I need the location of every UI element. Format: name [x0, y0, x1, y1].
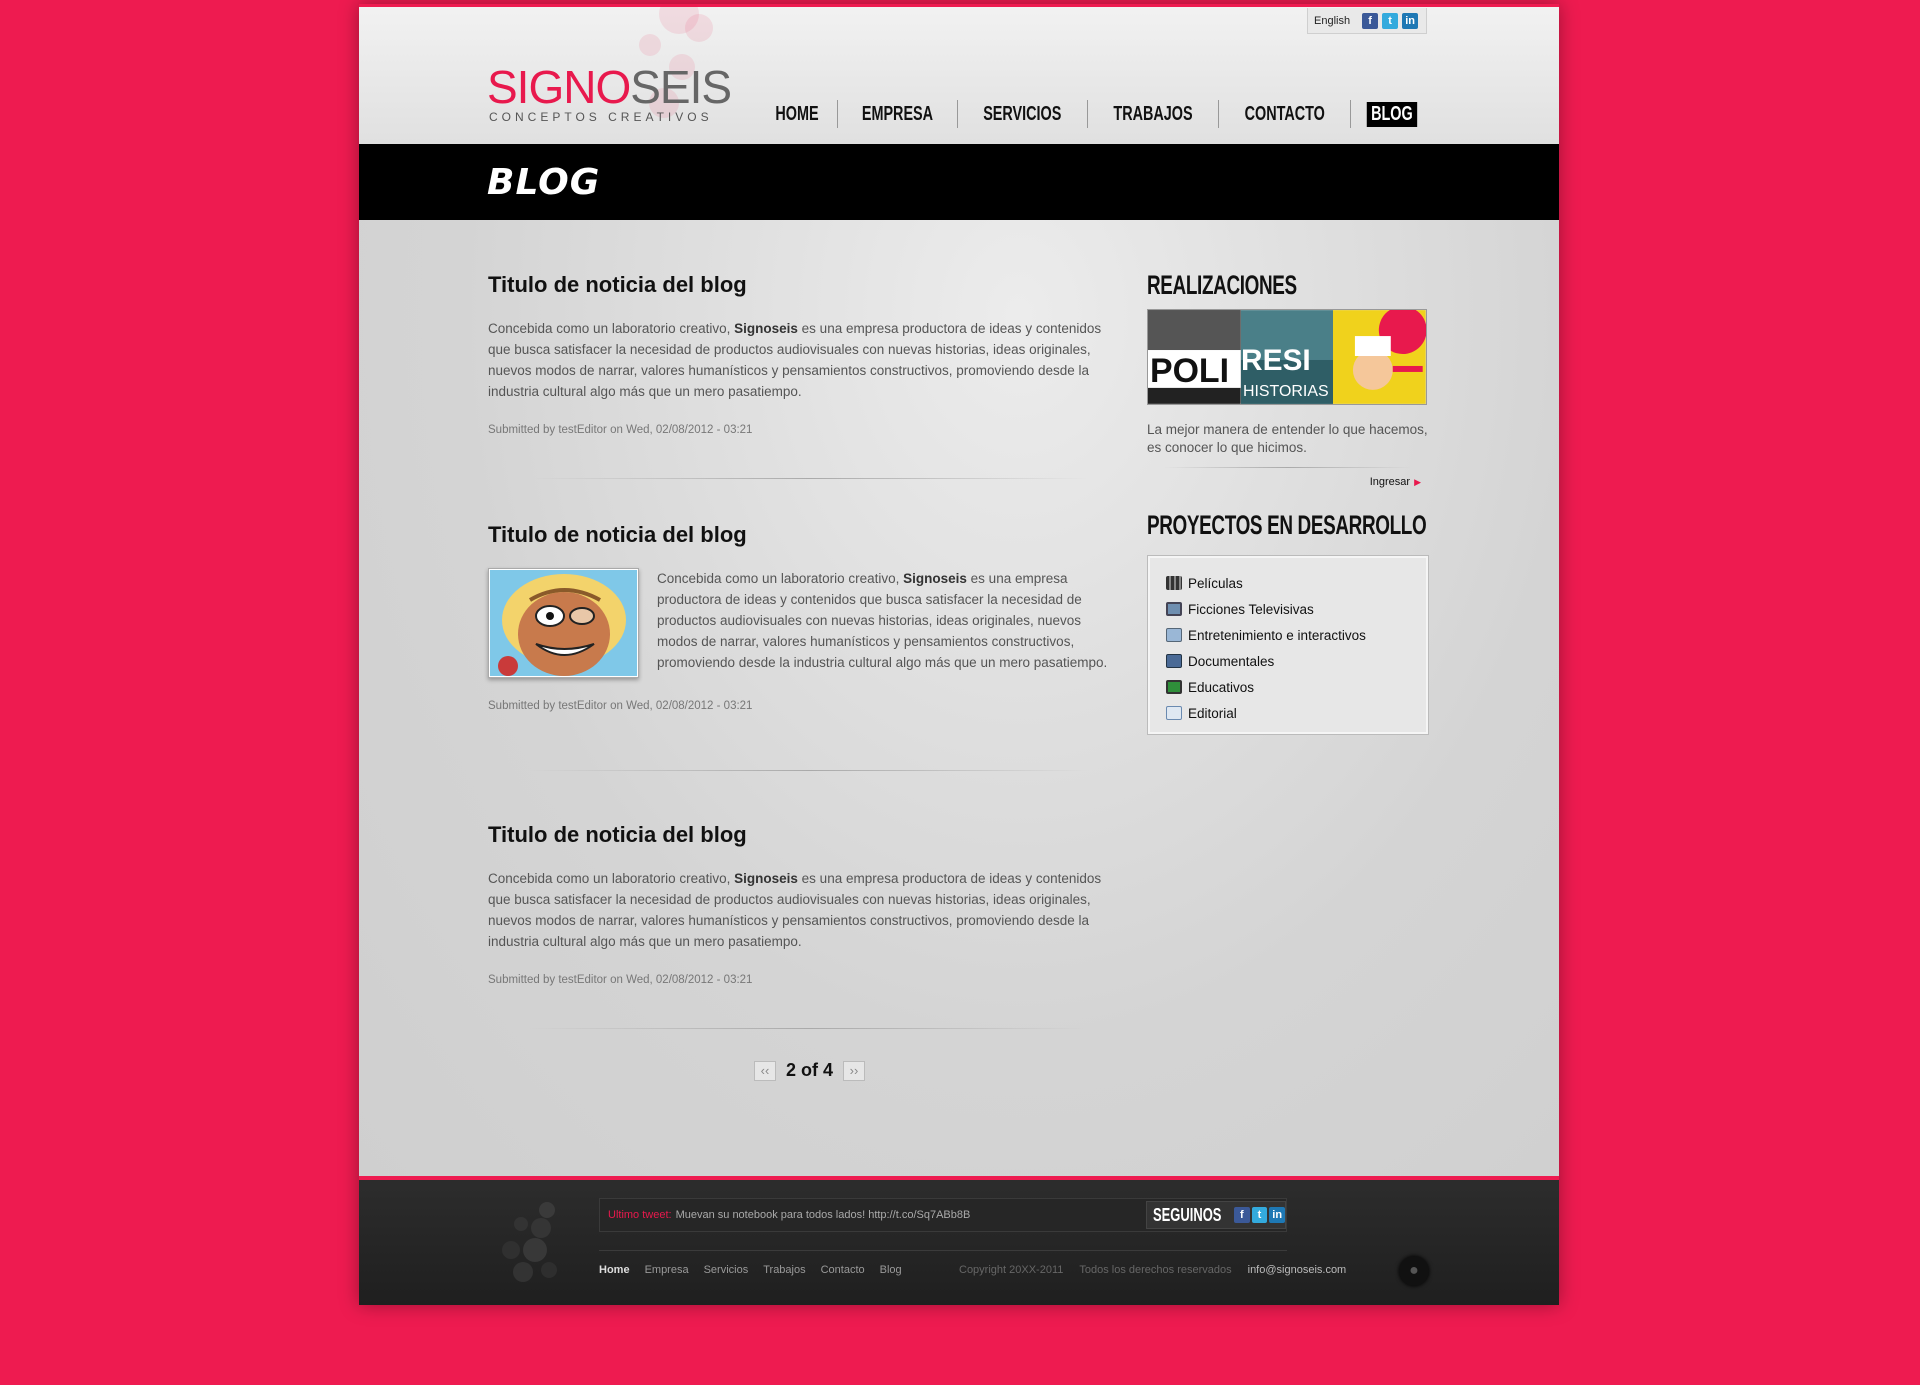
- tweet-label: Ultimo tweet:: [608, 1209, 672, 1221]
- logo-wordmark: SIGNOSEIS: [487, 61, 732, 113]
- post-title[interactable]: Titulo de noticia del blog: [488, 522, 1116, 548]
- post-body: Concebida como un laboratorio creativo, …: [657, 571, 1108, 670]
- facebook-icon[interactable]: f: [1234, 1207, 1250, 1223]
- blog-post: Titulo de noticia del blog Concebida com…: [488, 522, 1116, 712]
- blog-post: Titulo de noticia del blog Concebida com…: [488, 272, 1116, 436]
- cartoon-face-image: [490, 570, 637, 676]
- proyecto-item-ficciones[interactable]: Ficciones Televisivas: [1166, 596, 1410, 622]
- nav-item-contacto[interactable]: CONTACTO: [1219, 100, 1350, 128]
- proyecto-item-documentales[interactable]: Documentales: [1166, 648, 1410, 674]
- copyright-text: Copyright 20XX-2011: [959, 1264, 1064, 1276]
- header: English f t in SIGNOSEIS CONCEPTOS CREAT…: [359, 4, 1559, 144]
- nav-item-blog[interactable]: BLOG: [1351, 100, 1433, 128]
- footer-nav: Home Empresa Servicios Trabajos Contacto…: [599, 1264, 902, 1276]
- ingresar-link[interactable]: Ingresar ▶: [1147, 476, 1429, 488]
- post-meta: Submitted by testEditor on Wed, 02/08/20…: [488, 424, 753, 436]
- linkedin-icon[interactable]: in: [1402, 12, 1419, 29]
- nav-item-servicios[interactable]: SERVICIOS: [958, 100, 1087, 128]
- page-indicator: 2 of 4: [786, 1060, 834, 1080]
- film-icon: [1166, 576, 1182, 590]
- post-thumbnail[interactable]: [488, 568, 639, 678]
- footer-link-blog[interactable]: Blog: [880, 1264, 902, 1276]
- post-title[interactable]: Titulo de noticia del blog: [488, 272, 1116, 298]
- post-meta: Submitted by testEditor on Wed, 02/08/20…: [488, 700, 753, 712]
- page-container: English f t in SIGNOSEIS CONCEPTOS CREAT…: [359, 4, 1559, 1305]
- proyectos-title: PROYECTOS EN DESARROLLO: [1147, 510, 1427, 540]
- svg-text:RESI: RESI: [1241, 344, 1311, 377]
- page-title: BLOG: [487, 162, 601, 203]
- site-logo[interactable]: SIGNOSEIS CONCEPTOS CREATIVOS: [487, 61, 732, 124]
- next-page-button[interactable]: ››: [843, 1060, 866, 1081]
- gallery-image-2: RESI HISTORIAS: [1240, 310, 1334, 404]
- main-nav: HOME EMPRESA SERVICIOS TRABAJOS CONTACTO…: [757, 100, 1433, 128]
- proyecto-item-entretenimiento[interactable]: Entretenimiento e interactivos: [1166, 622, 1410, 648]
- proyectos-list: Películas Ficciones Televisivas Entreten…: [1147, 555, 1429, 735]
- proyecto-item-peliculas[interactable]: Películas: [1166, 570, 1410, 596]
- footer-link-contacto[interactable]: Contacto: [821, 1264, 865, 1276]
- language-link[interactable]: English: [1314, 15, 1350, 27]
- documentary-icon: [1166, 654, 1182, 668]
- footer-link-servicios[interactable]: Servicios: [704, 1264, 749, 1276]
- post-divider: [529, 478, 1089, 479]
- pagination: ‹‹ 2 of 4 ››: [754, 1060, 866, 1081]
- footer-logo-icon: [502, 1202, 557, 1282]
- top-bar: English f t in: [1307, 8, 1427, 34]
- footer-link-empresa[interactable]: Empresa: [645, 1264, 689, 1276]
- proyecto-item-educativos[interactable]: Educativos: [1166, 674, 1410, 700]
- sidebar: REALIZACIONES POLI RESI HISTORIAS La mej…: [1147, 270, 1429, 735]
- follow-label: SEGUINOS: [1153, 1204, 1222, 1225]
- contact-email-link[interactable]: info@signoseis.com: [1248, 1264, 1347, 1276]
- proyecto-item-editorial[interactable]: Editorial: [1166, 700, 1410, 726]
- prev-page-button[interactable]: ‹‹: [754, 1060, 776, 1081]
- realizaciones-title: REALIZACIONES: [1147, 270, 1297, 300]
- post-body: Concebida como un laboratorio creativo, …: [488, 871, 1102, 949]
- main-content: Titulo de noticia del blog Concebida com…: [359, 220, 1559, 1176]
- post-meta: Submitted by testEditor on Wed, 02/08/20…: [488, 974, 753, 986]
- book-icon: [1166, 706, 1182, 720]
- gallery-image-1: POLI: [1148, 310, 1241, 404]
- latest-tweet-bar: Ultimo tweet: Muevan su notebook para to…: [599, 1198, 1287, 1232]
- nav-item-home[interactable]: HOME: [757, 100, 837, 128]
- nav-item-empresa[interactable]: EMPRESA: [838, 100, 957, 128]
- footer-link-home[interactable]: Home: [599, 1264, 630, 1276]
- linkedin-icon[interactable]: in: [1269, 1207, 1285, 1223]
- facebook-icon[interactable]: f: [1362, 12, 1379, 29]
- gallery-image-3: [1333, 310, 1427, 404]
- realizaciones-text: La mejor manera de entender lo que hacem…: [1147, 422, 1428, 455]
- copyright: Copyright 20XX-2011 Todos los derechos r…: [959, 1264, 1346, 1276]
- post-divider: [529, 770, 1089, 771]
- education-icon: [1166, 680, 1182, 694]
- footer-divider: [599, 1250, 1287, 1251]
- post-divider: [529, 1028, 1089, 1029]
- nav-item-trabajos[interactable]: TRABAJOS: [1088, 100, 1218, 128]
- post-body: Concebida como un laboratorio creativo, …: [488, 321, 1102, 399]
- twitter-icon[interactable]: t: [1382, 12, 1399, 29]
- logo-tagline: CONCEPTOS CREATIVOS: [489, 110, 713, 124]
- footer-link-trabajos[interactable]: Trabajos: [763, 1264, 805, 1276]
- post-title[interactable]: Titulo de noticia del blog: [488, 822, 1116, 848]
- realizaciones-gallery[interactable]: POLI RESI HISTORIAS: [1147, 309, 1427, 405]
- blog-post: Titulo de noticia del blog Concebida com…: [488, 822, 1116, 986]
- twitter-icon[interactable]: t: [1251, 1207, 1268, 1223]
- rights-text: Todos los derechos reservados: [1079, 1264, 1232, 1276]
- sidebar-divider: [1163, 467, 1413, 468]
- interactive-icon: [1166, 628, 1182, 642]
- svg-text:POLI: POLI: [1150, 352, 1229, 390]
- tweet-text[interactable]: Muevan su notebook para todos lados! htt…: [676, 1209, 971, 1221]
- decoration-circle: [639, 34, 661, 56]
- footer: Ultimo tweet: Muevan su notebook para to…: [359, 1176, 1559, 1305]
- arrow-right-icon: ▶: [1414, 477, 1421, 487]
- lightbulb-icon[interactable]: ●: [1399, 1256, 1429, 1286]
- svg-text:HISTORIAS: HISTORIAS: [1243, 383, 1329, 400]
- tv-icon: [1166, 602, 1182, 616]
- decoration-circle: [685, 14, 713, 42]
- page-title-bar: BLOG: [359, 144, 1559, 220]
- follow-us-box: SEGUINOS f t in: [1146, 1201, 1286, 1229]
